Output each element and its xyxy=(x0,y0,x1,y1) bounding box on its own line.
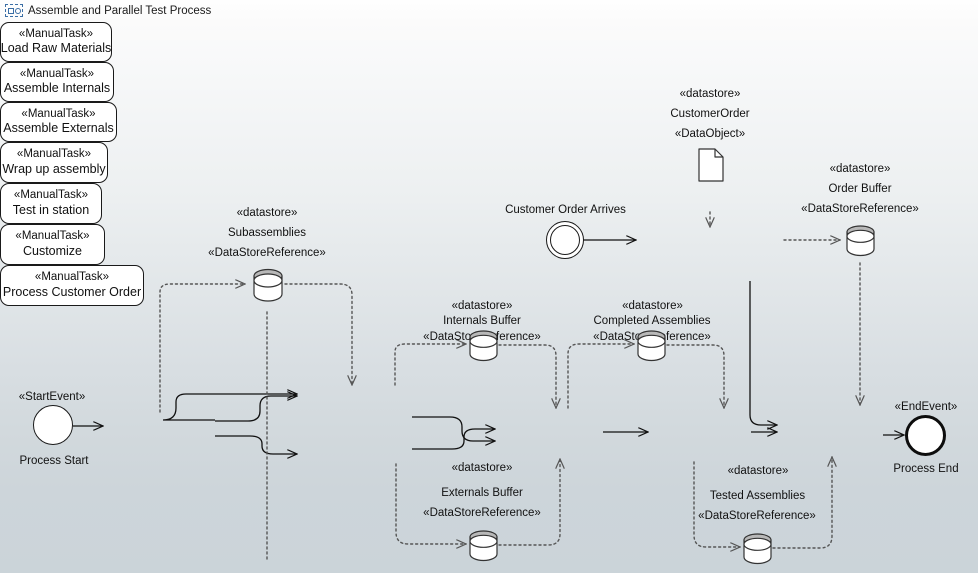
end-event-circle xyxy=(905,415,946,456)
data-object-customer-order-stereotype: «datastore» xyxy=(679,88,741,100)
datastore-order-buffer-icon[interactable] xyxy=(845,225,876,262)
datastore-completed-assemblies-stereotype: «datastore» xyxy=(622,300,683,312)
event-process-end-label: Process End xyxy=(893,463,959,475)
event-process-end[interactable] xyxy=(905,415,946,456)
datastore-order-buffer-reference: «DataStoreReference» xyxy=(801,203,919,215)
datastore-externals-buffer-name: Externals Buffer xyxy=(441,487,523,499)
datastore-subassemblies-icon[interactable] xyxy=(252,268,284,307)
datastore-order-buffer-stereotype: «datastore» xyxy=(829,163,891,175)
datastore-subassemblies-stereotype: «datastore» xyxy=(236,207,298,219)
datastore-subassemblies-name: Subassemblies xyxy=(228,227,306,239)
event-process-end-stereotype: «EndEvent» xyxy=(894,401,958,413)
event-process-start[interactable] xyxy=(33,405,73,445)
datastore-internals-buffer-stereotype: «datastore» xyxy=(451,300,513,312)
event-customer-order-arrives[interactable] xyxy=(546,221,584,259)
datastore-externals-buffer-reference: «DataStoreReference» xyxy=(423,507,541,519)
data-object-customer-order-name: CustomerOrder xyxy=(670,108,750,120)
datastore-order-buffer-name: Order Buffer xyxy=(828,183,892,195)
datastore-internals-buffer-icon[interactable] xyxy=(468,330,499,367)
data-object-customer-order-reference: «DataObject» xyxy=(674,128,746,140)
event-process-start-label: Process Start xyxy=(19,455,89,467)
bpmn-process-icon xyxy=(5,4,23,18)
diagram-window: Assemble and Parallel Test Process «Star… xyxy=(0,0,978,573)
event-customer-order-arrives-label: Customer Order Arrives xyxy=(505,204,626,216)
diagram-canvas[interactable]: «StartEvent» Process Start Customer Orde… xyxy=(0,22,978,573)
datastore-internals-buffer-name: Internals Buffer xyxy=(443,315,521,327)
window-title: Assemble and Parallel Test Process xyxy=(28,5,212,17)
datastore-tested-assemblies-name: Tested Assemblies xyxy=(709,490,806,502)
window-titlebar: Assemble and Parallel Test Process xyxy=(0,0,978,22)
datastore-tested-assemblies-reference: «DataStoreReference» xyxy=(698,510,816,522)
data-object-icon[interactable] xyxy=(698,148,724,187)
message-start-event-circle xyxy=(546,221,584,259)
datastore-externals-buffer-stereotype: «datastore» xyxy=(451,462,513,474)
datastore-completed-assemblies-name: Completed Assemblies xyxy=(593,315,711,327)
sequence-flows-merge xyxy=(215,429,495,454)
start-event-circle xyxy=(33,405,73,445)
datastore-externals-buffer-icon[interactable] xyxy=(468,530,499,567)
datastore-subassemblies-reference: «DataStoreReference» xyxy=(208,247,326,259)
datastore-completed-assemblies-icon[interactable] xyxy=(636,330,667,367)
datastore-tested-assemblies-stereotype: «datastore» xyxy=(727,465,789,477)
datastore-tested-assemblies-icon[interactable] xyxy=(742,533,773,570)
event-process-start-stereotype: «StartEvent» xyxy=(18,391,86,403)
